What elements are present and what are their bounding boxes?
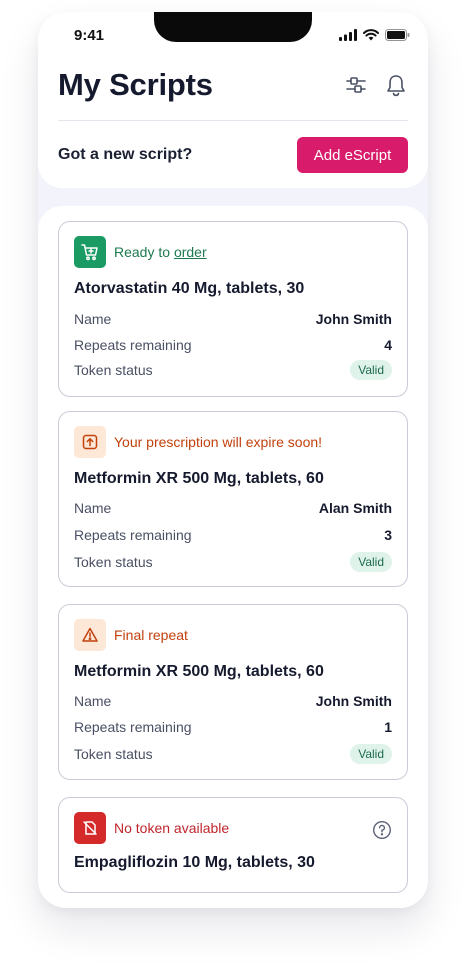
status-time: 9:41 xyxy=(74,27,105,44)
drug-name: Metformin XR 500 Mg, tablets, 60 xyxy=(74,470,324,487)
name-label: Name xyxy=(74,311,112,327)
token-label: Token status xyxy=(74,746,153,762)
expire-icon xyxy=(74,426,106,458)
token-label: Token status xyxy=(74,362,153,378)
help-icon[interactable] xyxy=(372,820,392,840)
script-card[interactable]: Final repeat Metformin XR 500 Mg, tablet… xyxy=(58,604,408,780)
repeats-row: Repeats remaining 1 xyxy=(74,717,392,737)
repeats-row: Repeats remaining 4 xyxy=(74,335,392,355)
repeats-label: Repeats remaining xyxy=(74,527,192,543)
page-title: My Scripts xyxy=(58,67,213,102)
repeats-label: Repeats remaining xyxy=(74,719,192,735)
battery-icon xyxy=(385,29,410,41)
wifi-icon xyxy=(363,29,379,41)
script-card[interactable]: Ready to order Atorvastatin 40 Mg, table… xyxy=(58,221,408,397)
card-status: Ready to order xyxy=(74,236,207,268)
patient-name: Alan Smith xyxy=(318,500,392,516)
token-status-badge: Valid xyxy=(350,552,392,572)
phone-frame: 9:41 My Scripts Got a new script? Add eS… xyxy=(38,12,428,908)
notch xyxy=(154,12,312,42)
header-divider xyxy=(58,120,408,121)
drug-name: Empagliflozin 10 Mg, tablets, 30 xyxy=(74,854,315,871)
repeats-row: Repeats remaining 3 xyxy=(74,525,392,545)
signal-icon xyxy=(339,29,357,41)
repeats-value: 3 xyxy=(384,527,392,543)
status-label: No token available xyxy=(114,820,230,836)
name-row: Name John Smith xyxy=(74,309,392,329)
repeats-label: Repeats remaining xyxy=(74,337,192,353)
add-escript-button[interactable]: Add eScript xyxy=(297,137,408,173)
order-link[interactable]: order xyxy=(174,244,207,260)
new-script-prompt: Got a new script? xyxy=(58,146,193,163)
token-status-badge: Valid xyxy=(350,744,392,764)
drug-name: Metformin XR 500 Mg, tablets, 60 xyxy=(74,663,324,680)
bell-icon[interactable] xyxy=(383,72,409,98)
status-prefix: Ready to xyxy=(114,244,174,260)
repeats-value: 1 xyxy=(384,719,392,735)
patient-name: John Smith xyxy=(315,311,392,327)
token-row: Token status Valid xyxy=(74,744,392,764)
scripts-list: Ready to order Atorvastatin 40 Mg, table… xyxy=(38,206,428,908)
card-status: Final repeat xyxy=(74,619,188,651)
no-token-icon xyxy=(74,812,106,844)
drug-name: Atorvastatin 40 Mg, tablets, 30 xyxy=(74,280,305,297)
status-icons xyxy=(339,29,410,41)
status-label: Final repeat xyxy=(114,627,188,643)
repeats-value: 4 xyxy=(384,337,392,353)
cart-icon xyxy=(74,236,106,268)
script-card[interactable]: Your prescription will expire soon! Metf… xyxy=(58,411,408,587)
status-label: Ready to order xyxy=(114,244,207,260)
status-label: Your prescription will expire soon! xyxy=(114,434,323,450)
name-label: Name xyxy=(74,500,112,516)
filter-icon[interactable] xyxy=(343,72,369,98)
name-label: Name xyxy=(74,693,112,709)
token-label: Token status xyxy=(74,554,153,570)
script-card[interactable]: No token available Empagliflozin 10 Mg, … xyxy=(58,797,408,893)
card-status: No token available xyxy=(74,812,229,844)
patient-name: John Smith xyxy=(315,693,392,709)
name-row: Name Alan Smith xyxy=(74,498,392,518)
card-status: Your prescription will expire soon! xyxy=(74,426,322,458)
warning-icon xyxy=(74,619,106,651)
token-status-badge: Valid xyxy=(350,360,392,380)
token-row: Token status Valid xyxy=(74,552,392,572)
token-row: Token status Valid xyxy=(74,360,392,380)
name-row: Name John Smith xyxy=(74,691,392,711)
